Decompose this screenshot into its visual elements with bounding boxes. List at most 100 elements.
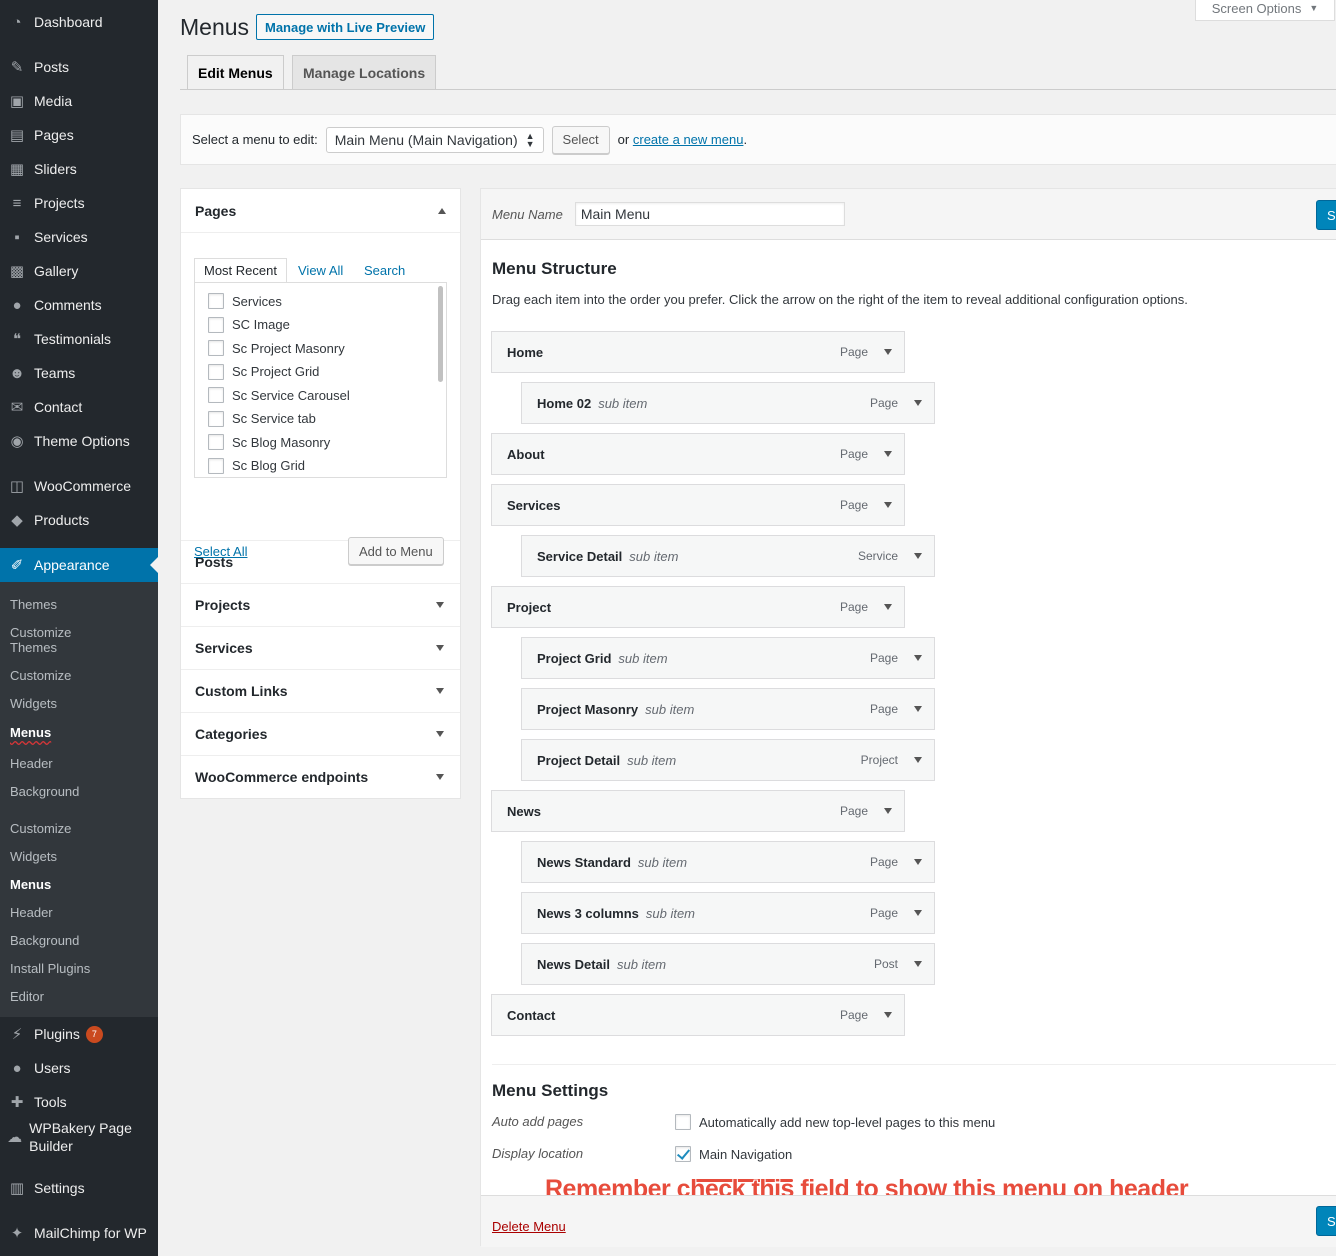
menu-item[interactable]: Project Page xyxy=(491,586,905,628)
expand-arrow-icon[interactable] xyxy=(436,602,444,608)
submenu-item-editor[interactable]: Editor xyxy=(10,989,44,1004)
sidebar-item-services[interactable]: ▪ Services xyxy=(0,220,158,254)
sidebar-item-settings[interactable]: ▥ Settings xyxy=(0,1171,158,1205)
sidebar-item-users[interactable]: ● Users xyxy=(0,1051,158,1085)
item-edit-arrow-icon[interactable] xyxy=(914,553,922,559)
menu-item[interactable]: News 3 columns sub item Page xyxy=(521,892,935,934)
submenu-item-customize[interactable]: Customize xyxy=(10,821,71,836)
submenu-item-background[interactable]: Background xyxy=(10,784,79,799)
menu-item[interactable]: News Detail sub item Post xyxy=(521,943,935,985)
sidebar-item-media[interactable]: ▣ Media xyxy=(0,84,158,118)
scrollbar-thumb[interactable] xyxy=(438,286,443,382)
sidebar-item-teams[interactable]: ☻ Teams xyxy=(0,356,158,390)
select-all-link[interactable]: Select All xyxy=(194,544,247,559)
item-edit-arrow-icon[interactable] xyxy=(914,961,922,967)
page-checklist-item[interactable]: Sc Blog Grid xyxy=(208,457,305,474)
accordion-services[interactable]: Services xyxy=(181,626,460,669)
expand-arrow-icon[interactable] xyxy=(436,731,444,737)
tab-manage-locations[interactable]: Manage Locations xyxy=(292,55,437,89)
submenu-item-widgets[interactable]: Widgets xyxy=(10,696,57,711)
submenu-item-header[interactable]: Header xyxy=(10,905,53,920)
collapse-arrow-icon[interactable] xyxy=(438,207,446,214)
menu-item[interactable]: Contact Page xyxy=(491,994,905,1036)
delete-menu-link[interactable]: Delete Menu xyxy=(492,1219,566,1234)
page-checkbox[interactable] xyxy=(208,457,224,474)
expand-arrow-icon[interactable] xyxy=(436,688,444,694)
page-checklist-item[interactable]: Sc Project Grid xyxy=(208,363,319,380)
accordion-custom-links[interactable]: Custom Links xyxy=(181,669,460,712)
page-checklist-item[interactable]: Sc Blog Masonry xyxy=(208,434,330,450)
save-menu-button-top[interactable]: S xyxy=(1316,200,1336,230)
sidebar-item-gallery[interactable]: ▩ Gallery xyxy=(0,254,158,288)
item-edit-arrow-icon[interactable] xyxy=(914,910,922,916)
expand-arrow-icon[interactable] xyxy=(436,774,444,780)
submenu-item-menus[interactable]: Menus xyxy=(10,877,51,892)
subtab-most-recent[interactable]: Most Recent xyxy=(194,258,287,283)
sidebar-item-woocommerce[interactable]: ◫ WooCommerce xyxy=(0,469,158,503)
sidebar-item-wpbakery-page-builder[interactable]: ☁ WPBakery Page Builder xyxy=(0,1117,158,1157)
add-to-menu-button[interactable]: Add to Menu xyxy=(348,537,444,565)
select-button[interactable]: Select xyxy=(551,125,610,154)
sidebar-item-plugins[interactable]: ⚡ Plugins 7 xyxy=(0,1017,158,1051)
page-checkbox[interactable] xyxy=(208,410,224,427)
page-checkbox[interactable] xyxy=(208,316,224,333)
submenu-item-customize[interactable]: Customize xyxy=(10,668,71,683)
item-edit-arrow-icon[interactable] xyxy=(884,349,892,355)
expand-arrow-icon[interactable] xyxy=(436,645,444,651)
page-checklist-item[interactable]: Services xyxy=(208,293,282,309)
submenu-item-menus[interactable]: Menus xyxy=(10,725,51,740)
menu-item[interactable]: Home 02 sub item Page xyxy=(521,382,935,424)
subtab-view-all[interactable]: View All xyxy=(298,263,343,278)
tab-edit-menus[interactable]: Edit Menus xyxy=(187,55,284,90)
save-menu-button-bottom[interactable]: S xyxy=(1316,1206,1336,1236)
item-edit-arrow-icon[interactable] xyxy=(914,655,922,661)
submenu-item-install-plugins[interactable]: Install Plugins xyxy=(10,961,90,976)
page-checkbox[interactable] xyxy=(208,434,224,450)
sidebar-item-pages[interactable]: ▤ Pages xyxy=(0,118,158,152)
sidebar-item-contact[interactable]: ✉ Contact xyxy=(0,390,158,424)
page-checkbox[interactable] xyxy=(208,340,224,356)
submenu-item-themes[interactable]: Themes xyxy=(10,597,57,612)
page-checkbox[interactable] xyxy=(208,387,224,403)
accordion-woocommerce-endpoints[interactable]: WooCommerce endpoints xyxy=(181,755,460,798)
screen-options-button[interactable]: Screen Options ▼ xyxy=(1195,0,1335,21)
sidebar-item-mailchimp-for-wp[interactable]: ✦ MailChimp for WP xyxy=(0,1216,158,1250)
main-navigation-checkbox[interactable] xyxy=(675,1146,691,1162)
subtab-search[interactable]: Search xyxy=(364,263,405,278)
menu-item[interactable]: Project Detail sub item Project xyxy=(521,739,935,781)
item-edit-arrow-icon[interactable] xyxy=(884,808,892,814)
menu-item[interactable]: News Page xyxy=(491,790,905,832)
menu-item[interactable]: Home Page xyxy=(491,331,905,373)
menu-item[interactable]: Service Detail sub item Service xyxy=(521,535,935,577)
menu-item[interactable]: Services Page xyxy=(491,484,905,526)
menu-item[interactable]: Project Masonry sub item Page xyxy=(521,688,935,730)
item-edit-arrow-icon[interactable] xyxy=(884,604,892,610)
sidebar-item-sliders[interactable]: ▦ Sliders xyxy=(0,152,158,186)
sidebar-item-theme-options[interactable]: ◉ Theme Options xyxy=(0,424,158,458)
page-checklist-item[interactable]: Sc Service tab xyxy=(208,410,316,427)
item-edit-arrow-icon[interactable] xyxy=(914,706,922,712)
page-checklist-item[interactable]: Sc Project Masonry xyxy=(208,340,345,356)
sidebar-item-projects[interactable]: ≡ Projects xyxy=(0,186,158,220)
submenu-item-background[interactable]: Background xyxy=(10,933,79,948)
page-checklist-item[interactable]: SC Image xyxy=(208,316,290,333)
sidebar-item-products[interactable]: ◆ Products xyxy=(0,503,158,537)
sidebar-item-dashboard[interactable]: ◔ Dashboard xyxy=(0,5,158,39)
accordion-categories[interactable]: Categories xyxy=(181,712,460,755)
item-edit-arrow-icon[interactable] xyxy=(884,502,892,508)
item-edit-arrow-icon[interactable] xyxy=(914,757,922,763)
menu-name-input[interactable] xyxy=(574,202,845,226)
page-checklist-item[interactable]: Sc Service Carousel xyxy=(208,387,350,403)
sidebar-item-posts[interactable]: ✎ Posts xyxy=(0,50,158,84)
pages-section-header[interactable]: Pages xyxy=(181,189,460,233)
item-edit-arrow-icon[interactable] xyxy=(914,859,922,865)
menu-item[interactable]: News Standard sub item Page xyxy=(521,841,935,883)
item-edit-arrow-icon[interactable] xyxy=(884,1012,892,1018)
sidebar-item-comments[interactable]: ● Comments xyxy=(0,288,158,322)
manage-live-preview-button[interactable]: Manage with Live Preview xyxy=(256,14,435,40)
menu-select-dropdown[interactable]: Main Menu (Main Navigation) ▲ ▼ xyxy=(325,126,544,153)
sidebar-item-tools[interactable]: ✚ Tools xyxy=(0,1085,158,1119)
page-checkbox[interactable] xyxy=(208,363,224,380)
submenu-item-widgets[interactable]: Widgets xyxy=(10,849,57,864)
submenu-item-customize-themes[interactable]: Customize Themes xyxy=(10,625,100,655)
